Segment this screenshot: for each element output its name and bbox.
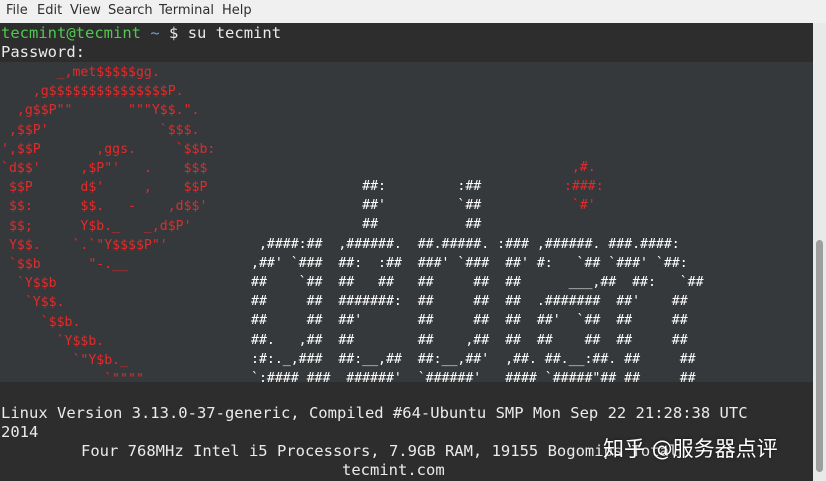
menu-help[interactable]: Help: [222, 3, 252, 18]
scrollbar-thumb[interactable]: [816, 240, 823, 472]
menu-search[interactable]: Search: [108, 3, 153, 18]
swirl-line: `Y$$b: [1, 276, 57, 292]
menu-bar: File Edit View Search Terminal Help: [0, 0, 826, 24]
cpu-line: Four 768MHz Intel i5 Processors, 7.9GB R…: [81, 442, 679, 460]
wordmark-line: :#:._,### ##:__,## ##:__,##' ,##. ##.__:…: [251, 351, 696, 367]
menu-edit[interactable]: Edit: [37, 3, 62, 18]
swirl-line: `"""": [1, 372, 144, 388]
swirl-line: `Y$$b.: [1, 333, 105, 349]
prompt-command: su tecmint: [187, 24, 282, 42]
swirl-line: ,g$$$$$$$$$$$$$$$P.: [1, 84, 184, 100]
menu-terminal[interactable]: Terminal: [159, 3, 214, 18]
wordmark-line: ## ## ##' ## ## ## ##' `## ## ##: [251, 313, 688, 329]
i-dot-line: `#': [556, 198, 596, 214]
swirl-line: `d$$' ,$P"' . $$$: [1, 161, 208, 177]
hostname-line: tecmint.com: [342, 461, 445, 479]
version-line: Linux Version 3.13.0-37-generic, Compile…: [1, 404, 748, 422]
prompt-symbol: $: [169, 24, 179, 42]
password-prompt: Password:: [1, 43, 85, 61]
debian-i-dot: ,#. :###: `#': [556, 158, 604, 216]
swirl-line: Y$$. `.`"Y$$$$P"': [1, 237, 168, 253]
prompt-line: tecmint@tecmint ~ $ su tecmint: [1, 24, 281, 43]
wordmark-line: ##' `##: [251, 198, 482, 214]
wordmark-line: ##: :##: [251, 179, 482, 194]
wordmark-line: ,##' `### ##: :## ###' `### ##' #: `## `…: [251, 255, 688, 271]
version-year: 2014: [1, 423, 39, 441]
i-dot-line: ,#.: [556, 160, 596, 175]
prompt-user-host: tecmint@tecmint: [1, 24, 141, 42]
debian-swirl-logo: _,met$$$$$gg. ,g$$$$$$$$$$$$$$$P. ,g$$P"…: [1, 63, 215, 389]
debian-wordmark: ##: :## ##' `## ## ## ,####:## ,######. …: [251, 177, 704, 388]
swirl-line: ',$$P ,ggs. `$$b:: [1, 141, 216, 157]
swirl-line: `Y$$.: [1, 295, 65, 311]
wordmark-line: ## ## #######: ## ## ## .####### ##' ##: [251, 294, 688, 310]
menu-view[interactable]: View: [70, 3, 101, 18]
menu-file[interactable]: File: [6, 3, 28, 18]
swirl-line: $$P d$' , $$P: [1, 180, 208, 196]
swirl-line: ,$$P' `$$$.: [1, 122, 200, 138]
i-dot-line: :###:: [556, 179, 604, 195]
swirl-line: $$; Y$b._ _,d$P': [1, 218, 192, 234]
swirl-line: `$$b.: [1, 314, 81, 330]
prompt-path: ~: [150, 24, 160, 42]
wordmark-line: `:#### ### ######' `######' #### `#####"…: [251, 371, 696, 387]
watermark: 知乎 @服务器点评: [603, 437, 778, 461]
wordmark-line: ,####:## ,######. ##.#####. :### ,######…: [251, 236, 680, 252]
swirl-line: `$$b "-.__: [1, 257, 129, 273]
swirl-line: _,met$$$$$gg.: [1, 65, 160, 80]
swirl-line: `"Y$b._: [1, 353, 129, 369]
wordmark-line: ## ##: [251, 217, 482, 233]
wordmark-line: ## `## ## ## ## ## ## ___,## ##: `##: [251, 275, 704, 291]
swirl-line: $$: $$. - ,d$$': [1, 199, 208, 215]
swirl-line: ,g$$P"" """Y$$.".: [1, 103, 200, 119]
wordmark-line: ##. ,## ## ## ,## ## ## ## ## ##: [251, 332, 688, 348]
